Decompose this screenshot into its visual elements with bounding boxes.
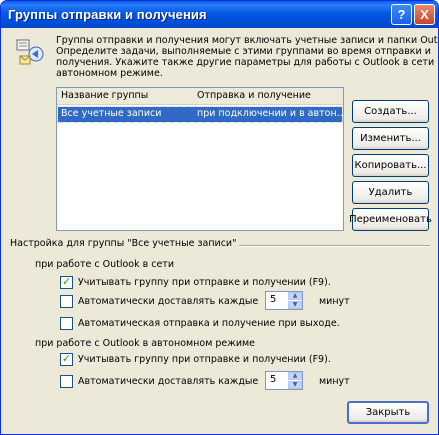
column-header-send-receive[interactable]: Отправка и получение: [197, 90, 311, 101]
checkmark-icon: ✓: [61, 275, 72, 288]
online-include-label[interactable]: Учитывать группу при отправке и получени…: [78, 277, 331, 288]
online-auto-checkbox[interactable]: [60, 295, 73, 308]
online-auto-label[interactable]: Автоматически доставлять каждые: [78, 296, 258, 307]
create-button[interactable]: Создать...: [352, 100, 429, 123]
online-on-exit-label[interactable]: Автоматическая отправка и получение при …: [78, 318, 340, 329]
delete-button[interactable]: Удалить: [352, 181, 429, 204]
online-section-title: при работе с Outlook в сети: [35, 259, 175, 270]
spin-up-icon[interactable]: ▲: [288, 292, 302, 300]
window-title: Группы отправки и получения: [8, 7, 207, 22]
offline-interval-unit: минут: [319, 376, 350, 387]
offline-auto-checkbox[interactable]: [60, 375, 73, 388]
copy-button[interactable]: Копировать...: [352, 154, 429, 177]
help-button[interactable]: ?: [391, 4, 412, 25]
rename-button[interactable]: Переименовать: [349, 208, 432, 231]
list-item-value: при подключении и в автон...: [197, 108, 346, 119]
offline-include-checkbox[interactable]: ✓: [60, 352, 73, 366]
list-item[interactable]: Все учетные записи при подключении и в а…: [57, 106, 346, 123]
online-interval-unit: минут: [319, 296, 350, 307]
title-bar[interactable]: Группы отправки и получения ? X: [1, 1, 438, 28]
offline-interval-spinner[interactable]: 5 ▲ ▼: [265, 371, 303, 390]
spin-up-icon[interactable]: ▲: [288, 372, 302, 380]
send-receive-groups-dialog: Группы отправки и получения ? X Группы о…: [0, 0, 439, 435]
group-settings-title: Настройка для группы "Все учетные записи…: [10, 238, 240, 249]
online-on-exit-checkbox[interactable]: [60, 317, 73, 330]
offline-interval-value[interactable]: 5: [270, 374, 276, 385]
offline-auto-label[interactable]: Автоматически доставлять каждые: [78, 376, 258, 387]
column-header-group-name[interactable]: Название группы: [61, 90, 148, 101]
online-interval-spinner[interactable]: 5 ▲ ▼: [265, 291, 303, 310]
spin-down-icon[interactable]: ▼: [288, 381, 302, 389]
edit-button[interactable]: Изменить...: [352, 127, 429, 150]
close-icon[interactable]: X: [414, 4, 435, 25]
online-include-checkbox[interactable]: ✓: [60, 275, 73, 289]
list-header: Название группы Отправка и получение: [57, 88, 343, 105]
checkmark-icon: ✓: [61, 352, 72, 365]
send-receive-groups-icon: [16, 39, 44, 65]
close-button[interactable]: Закрыть: [347, 401, 429, 424]
description-text: Группы отправки и получения могут включа…: [56, 35, 439, 79]
groups-list[interactable]: Название группы Отправка и получение Все…: [56, 87, 346, 231]
offline-include-label[interactable]: Учитывать группу при отправке и получени…: [78, 354, 331, 365]
list-item-name: Все учетные записи: [61, 108, 162, 119]
online-interval-value[interactable]: 5: [270, 294, 276, 305]
spin-down-icon[interactable]: ▼: [288, 301, 302, 309]
offline-section-title: при работе с Outlook в автономном режиме: [35, 338, 256, 349]
